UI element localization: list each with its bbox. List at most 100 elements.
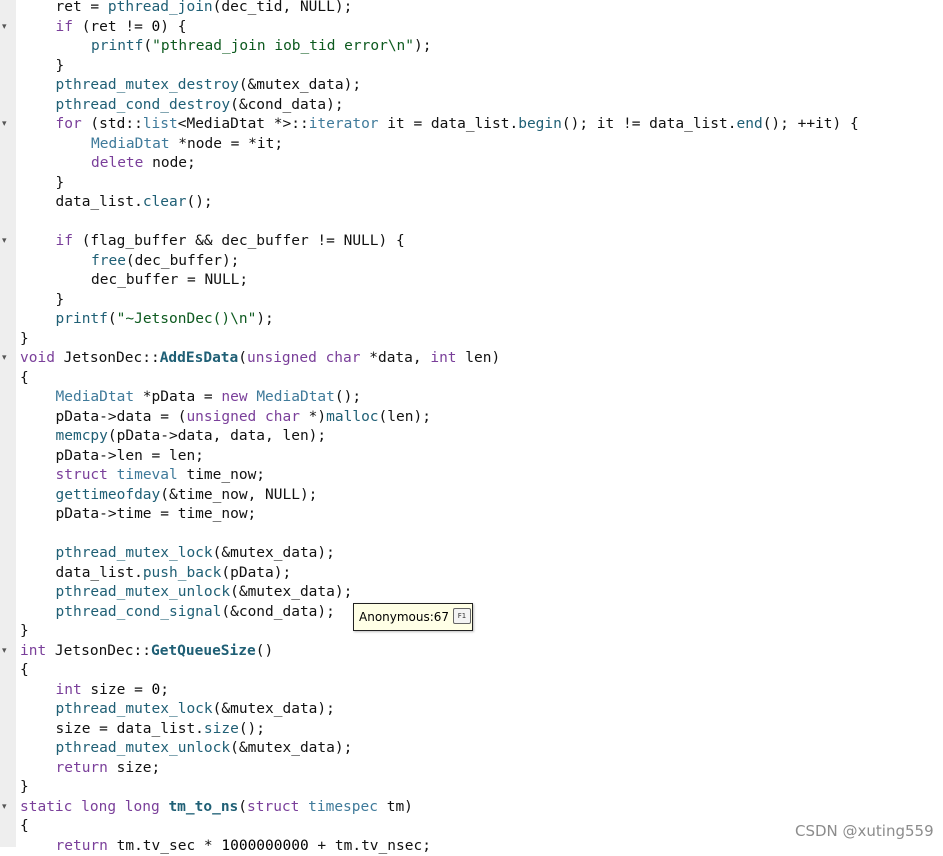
code-line[interactable]: data_list.clear(); (0, 193, 943, 213)
code-line[interactable]: printf("~JetsonDec()\n"); (0, 310, 943, 330)
code-text: if (flag_buffer && dec_buffer != NULL) { (56, 232, 405, 252)
code-line[interactable]: ▾if (ret != 0) { (0, 18, 943, 38)
code-token: (pData->data, data, len); (108, 428, 326, 444)
code-token: *data, (361, 350, 431, 366)
fold-arrow-icon[interactable]: ▾ (2, 642, 12, 662)
code-token: new (221, 389, 247, 405)
code-token: size; (108, 760, 160, 776)
code-line[interactable]: ▾static long long tm_to_ns(struct timesp… (0, 798, 943, 818)
code-text: pthread_mutex_unlock(&mutex_data); (56, 739, 353, 759)
code-token: int (56, 682, 82, 698)
code-token: (dec_tid, NULL); (213, 0, 353, 15)
code-line[interactable]: { (0, 661, 943, 681)
code-token: 0 (152, 682, 161, 698)
code-text: } (56, 57, 65, 77)
code-token: int (20, 643, 46, 659)
code-token: { (20, 370, 29, 386)
code-token: data_list. (56, 565, 143, 581)
fold-arrow-icon[interactable]: ▾ (2, 18, 12, 38)
code-line[interactable]: pthread_mutex_lock(&mutex_data); (0, 544, 943, 564)
code-line[interactable] (0, 525, 943, 545)
code-line[interactable]: ▾ if (flag_buffer && dec_buffer != NULL) … (0, 232, 943, 252)
code-line[interactable]: } (0, 291, 943, 311)
code-token: MediaDtat (56, 389, 135, 405)
fold-arrow-icon[interactable]: ▾ (2, 115, 12, 135)
code-token: struct (56, 467, 108, 483)
code-line[interactable] (0, 213, 943, 233)
code-token: ) { (160, 19, 186, 35)
code-token: long (81, 799, 116, 815)
code-line[interactable]: pthread_mutex_lock(&mutex_data); (0, 700, 943, 720)
f1-key-icon[interactable]: F1 (453, 608, 471, 624)
code-line[interactable]: MediaDtat *pData = new MediaDtat(); (0, 388, 943, 408)
code-token: "pthread_join iob_tid error\n" (152, 38, 414, 54)
code-token: size (204, 721, 239, 737)
code-token: char (265, 409, 300, 425)
code-text: pthread_mutex_lock(&mutex_data); (56, 544, 335, 564)
code-line[interactable]: pthread_mutex_unlock(&mutex_data); (0, 583, 943, 603)
code-line[interactable]: ▾ void JetsonDec::AddEsData(unsigned char… (0, 349, 943, 369)
code-token: (&cond_data); (221, 604, 335, 620)
code-token: (dec_buffer); (126, 253, 240, 269)
code-token: "~JetsonDec()\n" (117, 311, 257, 327)
watermark: CSDN @xuting559 (795, 822, 934, 840)
code-token: ); (414, 38, 431, 54)
code-token: (&mutex_data); (230, 740, 352, 756)
code-line[interactable]: memcpy(pData->data, data, len); (0, 427, 943, 447)
code-token: pthread_cond_signal (56, 604, 222, 620)
code-text: ret = pthread_join(dec_tid, NULL); (56, 0, 353, 18)
code-line[interactable]: } (0, 57, 943, 77)
code-line[interactable]: ▾int JetsonDec::GetQueueSize() (0, 642, 943, 662)
code-line[interactable]: pthread_mutex_unlock(&mutex_data); (0, 739, 943, 759)
code-line[interactable]: delete node; (0, 154, 943, 174)
code-token: long (125, 799, 160, 815)
fold-arrow-icon[interactable]: ▾ (2, 349, 12, 369)
code-line[interactable]: data_list.push_back(pData); (0, 564, 943, 584)
code-token: gettimeofday (56, 487, 161, 503)
code-text: pData->data = (unsigned char *)malloc(le… (56, 408, 431, 428)
code-token: (); (335, 389, 361, 405)
code-token: return (56, 760, 108, 776)
code-line[interactable]: MediaDtat *node = *it; (0, 135, 943, 155)
code-line[interactable]: printf("pthread_join iob_tid error\n"); (0, 37, 943, 57)
code-line[interactable]: } (0, 330, 943, 350)
code-text: printf("pthread_join iob_tid error\n"); (91, 37, 432, 57)
code-text: pthread_mutex_lock(&mutex_data); (56, 700, 335, 720)
code-token: { (20, 662, 29, 678)
code-token: pthread_mutex_lock (56, 701, 213, 717)
code-token: pthread_mutex_destroy (56, 77, 239, 93)
code-line[interactable]: } (0, 174, 943, 194)
fold-arrow-icon[interactable]: ▾ (2, 798, 12, 818)
code-line[interactable]: pData->data = (unsigned char *)malloc(le… (0, 408, 943, 428)
code-line[interactable]: ret = pthread_join(dec_tid, NULL); (0, 0, 943, 18)
code-line[interactable]: struct timeval time_now; (0, 466, 943, 486)
code-token: char (326, 350, 361, 366)
code-line[interactable]: pData->time = time_now; (0, 505, 943, 525)
code-line[interactable]: size = data_list.size(); (0, 720, 943, 740)
code-line[interactable]: free(dec_buffer); (0, 252, 943, 272)
code-line[interactable]: int size = 0; (0, 681, 943, 701)
code-line[interactable]: { (0, 369, 943, 389)
code-token: JetsonDec:: (46, 643, 151, 659)
code-line[interactable]: pthread_cond_destroy(&cond_data); (0, 96, 943, 116)
code-text: void JetsonDec::AddEsData(unsigned char … (20, 349, 500, 369)
code-text: data_list.clear(); (56, 193, 213, 213)
code-token: 1000000000 (221, 838, 308, 854)
code-line[interactable]: return size; (0, 759, 943, 779)
code-token: if (56, 19, 73, 35)
fold-arrow-icon[interactable]: ▾ (2, 232, 12, 252)
code-token: *node = *it; (170, 136, 284, 152)
code-token: unsigned (247, 350, 317, 366)
code-text: int size = 0; (56, 681, 170, 701)
code-line[interactable]: } (0, 778, 943, 798)
code-line[interactable]: dec_buffer = NULL; (0, 271, 943, 291)
code-line[interactable]: pData->len = len; (0, 447, 943, 467)
code-text: pthread_cond_signal(&cond_data); (56, 603, 335, 623)
code-line[interactable]: pthread_mutex_destroy(&mutex_data); (0, 76, 943, 96)
code-text: struct timeval time_now; (56, 466, 266, 486)
code-line[interactable]: gettimeofday(&time_now, NULL); (0, 486, 943, 506)
code-line[interactable]: ▾for (std::list<MediaDtat *>::iterator i… (0, 115, 943, 135)
tooltip-text: Anonymous:67 (359, 610, 449, 624)
code-text: delete node; (91, 154, 196, 174)
code-text: { (20, 817, 29, 837)
